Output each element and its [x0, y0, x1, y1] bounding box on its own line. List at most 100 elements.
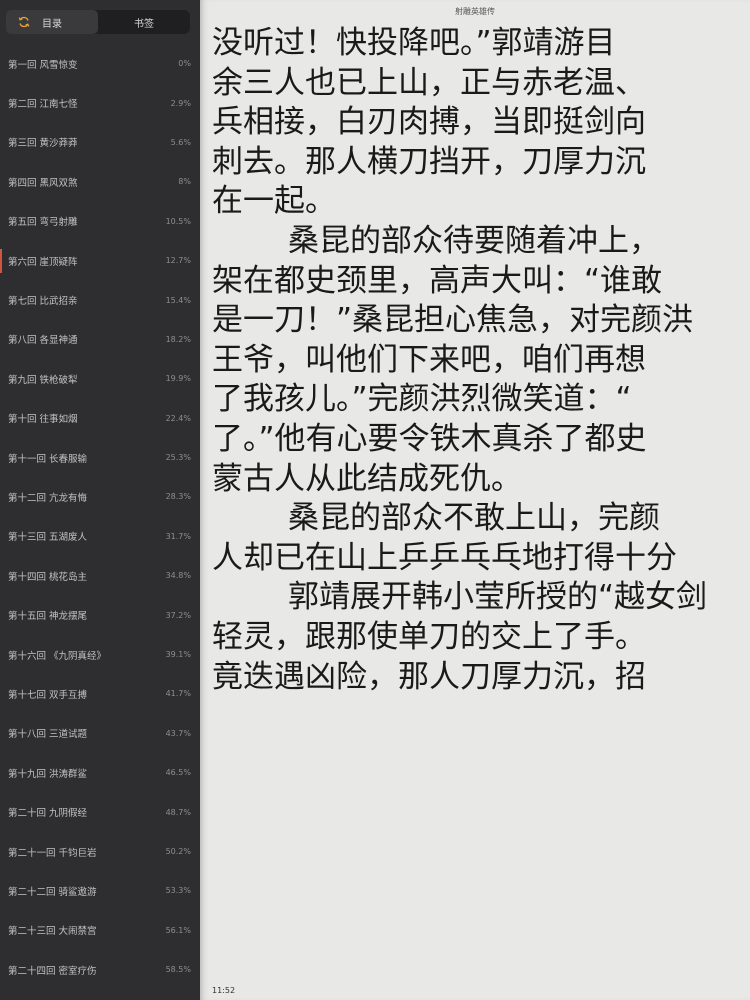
chapter-progress: 53.3% — [165, 886, 191, 896]
chapter-item[interactable]: 第九回 铁枪破犁 19.9% — [0, 359, 200, 398]
chapter-item[interactable]: 第二十三回 大闹禁宫 56.1% — [0, 911, 200, 950]
chapter-item[interactable]: 第三回 黄沙莽莽 5.6% — [0, 123, 200, 162]
chapter-item[interactable]: 第二十回 九阴假经 48.7% — [0, 792, 200, 831]
sidebar-segmented-control: 目录 书签 — [6, 10, 190, 34]
text-line: 架在都史颈里，高声大叫：“谁敢 — [212, 262, 663, 299]
chapter-item[interactable]: 第十四回 桃花岛主 34.8% — [0, 556, 200, 595]
chapter-item[interactable]: 第十五回 神龙摆尾 37.2% — [0, 595, 200, 634]
chapter-item[interactable]: 第十一回 长春服输 25.3% — [0, 438, 200, 477]
chapter-progress: 2.9% — [170, 98, 191, 108]
chapter-progress: 5.6% — [170, 137, 191, 147]
chapter-title: 第十五回 神龙摆尾 — [8, 611, 88, 623]
chapter-title: 第十八回 三道试题 — [8, 729, 88, 741]
chapter-progress: 48.7% — [165, 807, 191, 817]
chapter-title: 第二回 江南七怪 — [8, 99, 78, 111]
text-line: 兵相接，白刃肉搏，当即挺剑向 — [212, 104, 646, 141]
tab-contents[interactable]: 目录 — [6, 10, 98, 34]
chapter-title: 第十七回 双手互搏 — [8, 689, 88, 701]
reading-pane[interactable]: 射雕英雄传 没听过！快投降吧。”郭靖游目 余三人也已上山，正与赤老温、 兵相接，白刃… — [200, 0, 750, 1000]
book-text: 没听过！快投降吧。”郭靖游目 余三人也已上山，正与赤老温、 兵相接，白刃肉搏，当即挺… — [212, 24, 750, 697]
chapter-title: 第十九回 洪涛群鲨 — [8, 768, 88, 780]
chapter-title: 第一回 风雪惊变 — [8, 59, 78, 71]
chapter-item[interactable]: 第四回 黑风双煞 8% — [0, 162, 200, 201]
chapter-item[interactable]: 第二十二回 骑鲨遨游 53.3% — [0, 871, 200, 910]
chapter-title: 第二十二回 骑鲨遨游 — [8, 886, 97, 898]
chapter-item[interactable]: 第二十一回 千钧巨岩 50.2% — [0, 832, 200, 871]
chapter-progress: 18.2% — [165, 334, 191, 344]
chapter-progress: 8% — [178, 177, 191, 187]
chapter-progress: 31.7% — [165, 531, 191, 541]
chapter-item[interactable]: 第十六回 《九阴真经》 39.1% — [0, 635, 200, 674]
chapter-title: 第十四回 桃花岛主 — [8, 571, 88, 583]
chapter-item[interactable]: 第八回 各显神通 18.2% — [0, 320, 200, 359]
chapter-progress: 28.3% — [165, 492, 191, 502]
chapter-title: 第十回 往事如烟 — [8, 414, 78, 426]
chapter-item[interactable]: 第二回 江南七怪 2.9% — [0, 83, 200, 122]
chapter-progress: 34.8% — [165, 571, 191, 581]
text-line: 桑昆的部众不敢上山，完颜 — [288, 500, 660, 537]
chapter-item[interactable]: 第五回 弯弓射雕 10.5% — [0, 202, 200, 241]
chapter-progress: 41.7% — [165, 689, 191, 699]
chapter-progress: 39.1% — [165, 650, 191, 660]
chapter-title: 第二十一回 千钧巨岩 — [8, 847, 97, 859]
chapter-progress: 22.4% — [165, 413, 191, 423]
chapter-progress: 43.7% — [165, 728, 191, 738]
chapter-title: 第二十四回 密室疗伤 — [8, 965, 97, 977]
text-line: 郭靖展开韩小莹所授的“越女剑 — [288, 579, 708, 616]
chapter-list: 第一回 风雪惊变 0% 第二回 江南七怪 2.9% 第三回 黄沙莽莽 5.6% 第四回 黑风… — [0, 44, 200, 989]
text-line: 在一起。 — [212, 183, 336, 220]
text-line: 余三人也已上山，正与赤老温、 — [212, 64, 646, 101]
chapter-progress: 12.7% — [165, 256, 191, 266]
chapter-item[interactable]: 第七回 比武招亲 15.4% — [0, 280, 200, 319]
chapter-item[interactable]: 第十九回 洪涛群鲨 46.5% — [0, 753, 200, 792]
sync-icon[interactable] — [18, 16, 30, 28]
chapter-progress: 50.2% — [165, 847, 191, 856]
text-line: 刺去。那人横刀挡开，刀厚力沉 — [212, 143, 646, 180]
text-line: 蒙古人从此结成死仇。 — [212, 460, 522, 497]
chapter-title: 第十三回 五湖废人 — [8, 532, 88, 544]
text-line: 人却已在山上乒乒乓乓地打得十分 — [212, 539, 677, 576]
chapter-title: 第八回 各显神通 — [8, 335, 78, 347]
chapter-title: 第六回 崖顶疑阵 — [8, 256, 78, 268]
chapter-title: 第四回 黑风双煞 — [8, 177, 78, 189]
chapter-item[interactable]: 第十三回 五湖废人 31.7% — [0, 517, 200, 556]
tab-bookmarks[interactable]: 书签 — [98, 10, 190, 34]
chapter-title: 第二十三回 大闹禁宫 — [8, 926, 97, 938]
chapter-item[interactable]: 第十八回 三道试题 43.7% — [0, 714, 200, 753]
text-line: 竟迭遇凶险，那人刀厚力沉，招 — [212, 658, 646, 695]
text-line: 了。”他有心要令铁木真杀了都史 — [212, 420, 647, 457]
chapter-title: 第十六回 《九阴真经》 — [8, 650, 107, 662]
toc-sidebar: 目录 书签 第一回 风雪惊变 0% 第二回 江南七怪 2.9% 第三回 黄沙莽莽 5.6%… — [0, 0, 200, 1000]
chapter-title: 第七回 比武招亲 — [8, 296, 78, 308]
chapter-item[interactable]: 第六回 崖顶疑阵 12.7% — [0, 241, 200, 280]
chapter-title: 第三回 黄沙莽莽 — [8, 138, 78, 150]
text-line: 桑昆的部众待要随着冲上， — [288, 222, 660, 259]
text-line: 王爷，叫他们下来吧，咱们再想 — [212, 341, 646, 378]
chapter-title: 第五回 弯弓射雕 — [8, 217, 78, 229]
text-line: 是一刀！”桑昆担心焦急，对完颜洪 — [212, 302, 694, 339]
chapter-item[interactable]: 第一回 风雪惊变 0% — [0, 44, 200, 83]
chapter-progress: 19.9% — [165, 374, 191, 384]
tab-contents-label: 目录 — [42, 18, 62, 30]
chapter-progress: 10.5% — [165, 216, 191, 226]
text-line: 没听过！快投降吧。”郭靖游目 — [212, 25, 616, 61]
chapter-progress: 58.5% — [165, 965, 191, 975]
chapter-progress: 15.4% — [165, 295, 191, 305]
chapter-progress: 25.3% — [165, 453, 191, 463]
text-line: 轻灵，跟那使单刀的交上了手。 — [212, 618, 646, 655]
chapter-item[interactable]: 第二十四回 密室疗伤 58.5% — [0, 950, 200, 989]
chapter-progress: 56.1% — [165, 925, 191, 935]
chapter-title: 第十一回 长春服输 — [8, 453, 88, 465]
chapter-title: 第十二回 亢龙有悔 — [8, 492, 88, 504]
clock: 11:52 — [212, 986, 236, 995]
chapter-progress: 46.5% — [165, 768, 191, 778]
chapter-progress: 0% — [178, 59, 191, 69]
tab-bookmarks-label: 书签 — [134, 18, 154, 30]
chapter-item[interactable]: 第十回 往事如烟 22.4% — [0, 399, 200, 438]
chapter-item[interactable]: 第十七回 双手互搏 41.7% — [0, 674, 200, 713]
chapter-title: 第九回 铁枪破犁 — [8, 374, 78, 386]
text-line: 了我孩儿。”完颜洪烈微笑道：“ — [212, 381, 632, 418]
chapter-item[interactable]: 第十二回 亢龙有悔 28.3% — [0, 477, 200, 516]
book-title: 射雕英雄传 — [455, 7, 495, 16]
chapter-title: 第二十回 九阴假经 — [8, 808, 88, 820]
